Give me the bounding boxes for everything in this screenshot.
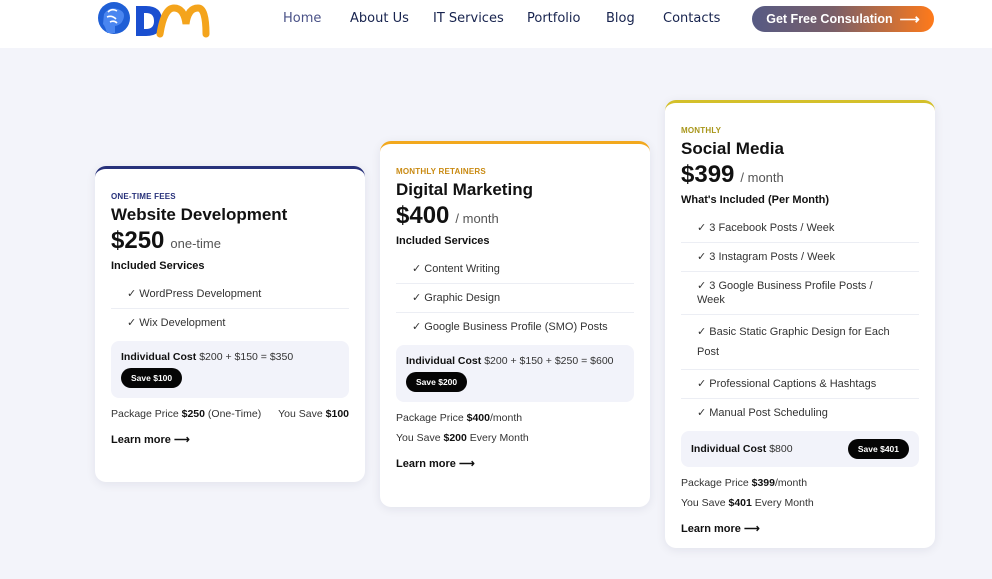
cost-value: $800 (769, 443, 793, 455)
individual-cost-box: Individual Cost $200 + $150 = $350 Save … (111, 341, 349, 398)
card-price: $400 (396, 202, 450, 229)
you-save-line: You Save $401 Every Month (681, 497, 919, 509)
nav-contacts[interactable]: Contacts (663, 11, 720, 26)
save-badge: Save $100 (121, 368, 183, 388)
price-row: $400 / month (396, 202, 634, 230)
list-item: ✓ 3 Google Business Profile Posts / Week (681, 272, 919, 315)
price-row: $250 one-time (111, 227, 349, 255)
site-header: Home About Us IT Services Portfolio Blog… (0, 0, 992, 48)
list-item: ✓ 3 Instagram Posts / Week (681, 243, 919, 272)
package-price-line: Package Price $399/month (681, 477, 919, 489)
pkg-suffix: /month (774, 477, 808, 489)
you-save-label: You Save (396, 432, 441, 444)
pkg-label: Package Price (111, 408, 179, 420)
list-item: ✓ Basic Static Graphic Design for Each P… (681, 315, 919, 370)
nav-about-us[interactable]: About Us (350, 11, 409, 26)
learn-more-link[interactable]: Learn more ⟶ (681, 522, 760, 535)
list-item: ✓ Content Writing (396, 255, 634, 284)
services-heading: What's Included (Per Month) (681, 194, 830, 206)
nav-portfolio[interactable]: Portfolio (527, 11, 580, 26)
save-badge: Save $200 (406, 372, 468, 392)
card-title: Digital Marketing (396, 180, 533, 199)
card-price-unit: one-time (170, 236, 221, 251)
pricing-card-social-media: MONTHLY Social Media $399 / month What's… (665, 100, 935, 548)
list-item: ✓ Manual Post Scheduling (697, 407, 828, 419)
you-save-label: You Save (681, 497, 726, 509)
list-item: ✓ WordPress Development (111, 280, 349, 309)
services-heading: Included Services (111, 260, 205, 272)
package-price-line: Package Price $250 (One-Time) You Save $… (111, 408, 349, 420)
cost-value: $200 + $150 = $350 (199, 351, 294, 363)
you-save: You Save $100 (278, 408, 349, 420)
pkg-suffix: (One-Time) (207, 408, 262, 420)
card-eyebrow: ONE-TIME FEES (111, 192, 176, 201)
pkg-value: $400 (466, 412, 490, 424)
card-price: $250 (111, 227, 165, 254)
individual-cost-line: Individual Cost $200 + $150 = $350 (121, 351, 339, 363)
you-save-suffix: Every Month (754, 497, 814, 509)
list-item: ✓ Graphic Design (396, 284, 634, 313)
cost-value: $200 + $150 + $250 = $600 (484, 355, 614, 367)
card-price-unit: / month (740, 170, 784, 185)
you-save-value: $100 (325, 408, 349, 420)
save-badge: Save $401 (847, 439, 909, 459)
you-save-suffix: Every Month (469, 432, 529, 444)
list-item: ✓ Wix Development (127, 317, 226, 329)
individual-cost-box: Individual Cost $200 + $150 + $250 = $60… (396, 345, 634, 402)
pricing-card-digital-marketing: MONTHLY RETAINERS Digital Marketing $400… (380, 141, 650, 507)
list-item: ✓ Professional Captions & Hashtags (681, 370, 919, 399)
you-save-value: $200 (443, 432, 467, 444)
services-heading: Included Services (396, 235, 490, 247)
cta-label: Get Free Consulation (766, 12, 893, 26)
card-eyebrow: MONTHLY (681, 126, 722, 135)
price-row: $399 / month (681, 161, 919, 189)
learn-more-link[interactable]: Learn more ⟶ (396, 457, 475, 470)
learn-more-link[interactable]: Learn more ⟶ (111, 433, 190, 446)
nav-home[interactable]: Home (283, 11, 321, 26)
nav-it-services[interactable]: IT Services (433, 11, 504, 26)
individual-cost-line: Individual Cost $200 + $150 + $250 = $60… (406, 355, 624, 367)
services-list: ✓ Content Writing ✓ Graphic Design ✓ Goo… (396, 255, 634, 341)
pkg-suffix: /month (489, 412, 523, 424)
individual-cost-box: Individual Cost $800 Save $401 (681, 431, 919, 467)
brain-head-icon (98, 2, 210, 38)
individual-cost-line: Individual Cost $800 (691, 443, 793, 455)
card-price: $399 (681, 161, 735, 188)
get-free-consultation-button[interactable]: Get Free Consulation ⟶ (752, 6, 934, 32)
site-logo[interactable] (96, 0, 212, 42)
cost-label: Individual Cost (691, 443, 767, 455)
cost-label: Individual Cost (121, 351, 197, 363)
list-item: ✓ 3 Facebook Posts / Week (681, 214, 919, 243)
nav-blog[interactable]: Blog (606, 11, 635, 26)
list-item: ✓ Google Business Profile (SMO) Posts (412, 321, 608, 333)
pkg-value: $399 (751, 477, 775, 489)
pricing-card-website-development: ONE-TIME FEES Website Development $250 o… (95, 166, 365, 482)
you-save-value: $401 (728, 497, 752, 509)
card-price-unit: / month (455, 211, 499, 226)
pkg-value: $250 (181, 408, 205, 420)
you-save-label: You Save (278, 408, 323, 420)
pkg-label: Package Price (396, 412, 464, 424)
services-list: ✓ 3 Facebook Posts / Week ✓ 3 Instagram … (681, 214, 919, 427)
arrow-right-icon: ⟶ (899, 10, 920, 27)
card-title: Website Development (111, 205, 288, 224)
you-save-line: You Save $200 Every Month (396, 432, 634, 444)
cost-label: Individual Cost (406, 355, 482, 367)
card-eyebrow: MONTHLY RETAINERS (396, 167, 486, 176)
card-title: Social Media (681, 139, 784, 158)
package-price-line: Package Price $400/month (396, 412, 634, 424)
package-price: Package Price $250 (One-Time) (111, 408, 261, 420)
pkg-label: Package Price (681, 477, 749, 489)
services-list: ✓ WordPress Development ✓ Wix Developmen… (111, 280, 349, 337)
